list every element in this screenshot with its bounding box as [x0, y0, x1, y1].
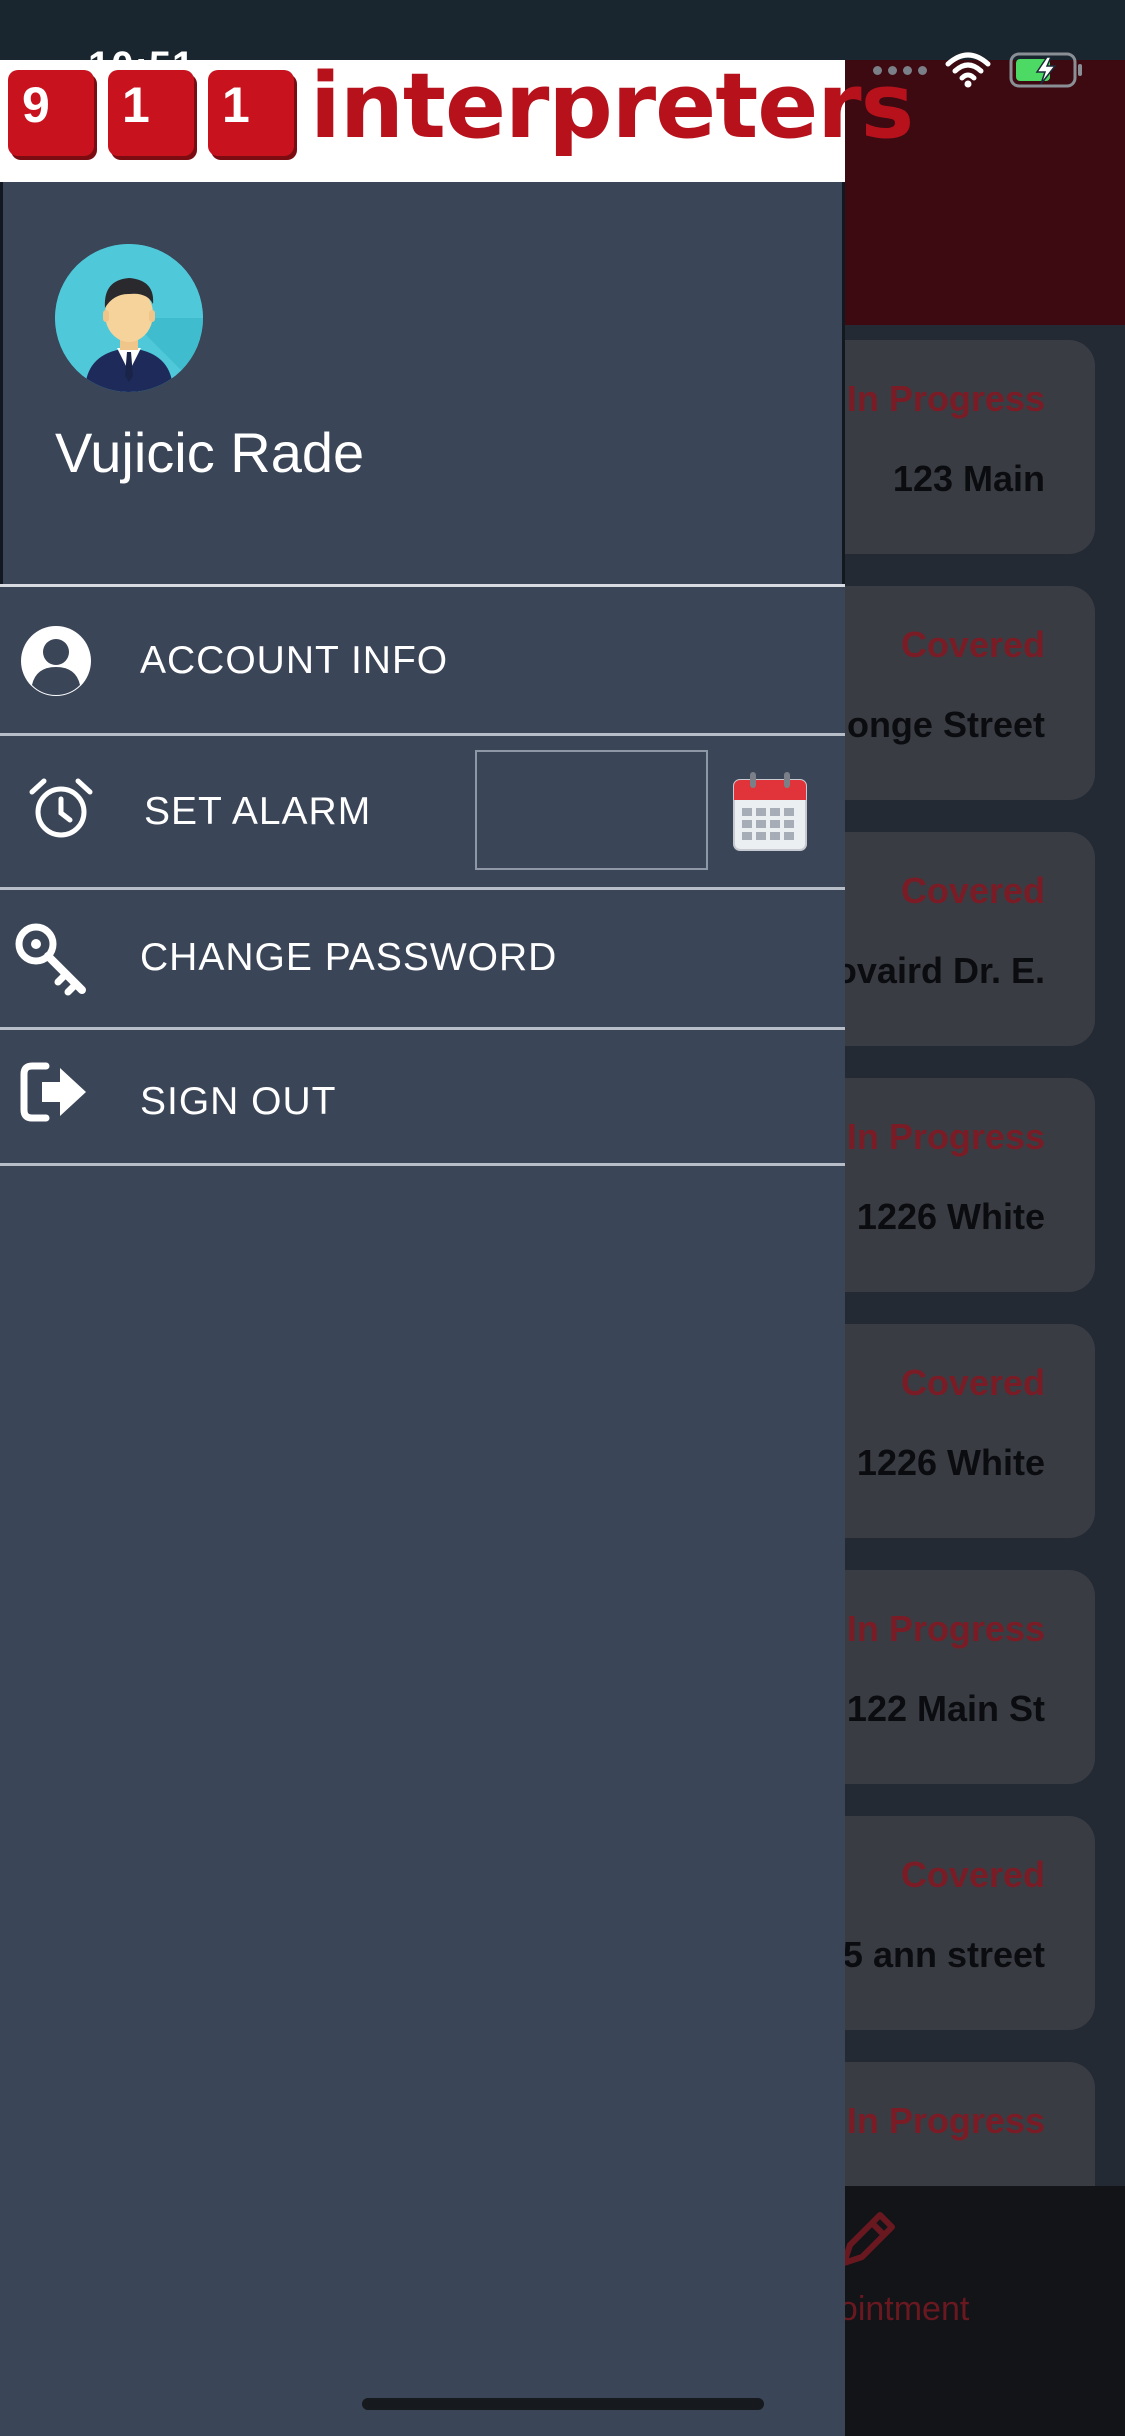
menu-label-sign-out: SIGN OUT	[140, 1080, 337, 1123]
appointment-status: In Progress	[846, 1608, 1045, 1649]
logo-key: 1	[108, 70, 194, 156]
alarm-time-input[interactable]	[475, 750, 708, 870]
appointment-address: 123 Main	[892, 458, 1045, 499]
menu-label-set-alarm: SET ALARM	[144, 790, 372, 833]
home-indicator[interactable]	[362, 2398, 764, 2410]
user-name: Vujicic Rade	[55, 421, 365, 484]
appointment-status: Covered	[900, 624, 1045, 665]
appointment-status: Covered	[900, 870, 1045, 911]
navigation-drawer: 9 1 1 interpreters Vujicic Rade ACCOUNT …	[0, 54, 914, 2436]
appointment-address: 122 Main St	[846, 1688, 1045, 1729]
appointment-status: In Progress	[846, 2100, 1045, 2141]
logo-wordmark: interpreters	[310, 54, 914, 159]
menu-item-set-alarm[interactable]: SET ALARM	[0, 736, 845, 890]
brand-logo: 9 1 1 interpreters	[0, 54, 914, 182]
logo-key: 9	[8, 70, 94, 156]
menu-label-account-info: ACCOUNT INFO	[140, 639, 449, 682]
appointment-status: In Progress	[846, 1116, 1045, 1157]
account-circle-icon	[21, 626, 91, 696]
appointment-status: In Progress	[846, 378, 1045, 419]
calendar-icon[interactable]	[732, 770, 808, 852]
menu-item-account-info[interactable]: ACCOUNT INFO	[0, 587, 845, 736]
profile-header: Vujicic Rade	[0, 182, 845, 584]
menu-label-change-password: CHANGE PASSWORD	[140, 936, 558, 979]
avatar[interactable]	[55, 244, 203, 392]
appointment-status: Covered	[900, 1854, 1045, 1895]
alarm-clock-icon	[29, 778, 93, 838]
menu-item-sign-out[interactable]: SIGN OUT	[0, 1030, 845, 1166]
battery-charging-icon	[1009, 52, 1082, 88]
appointment-address: ovaird Dr. E.	[834, 950, 1045, 991]
appointment-address: onge Street	[846, 704, 1045, 745]
appointment-address: 1226 White	[856, 1196, 1045, 1237]
sign-out-icon	[20, 1062, 86, 1122]
key-icon	[15, 923, 86, 996]
menu-item-change-password[interactable]: CHANGE PASSWORD	[0, 890, 845, 1030]
avatar-businessman-icon	[55, 244, 203, 392]
appointment-address: 5 ann street	[842, 1934, 1045, 1975]
appointment-status: Covered	[900, 1362, 1045, 1403]
logo-key: 1	[208, 70, 294, 156]
appointment-address: 1226 White	[856, 1442, 1045, 1483]
wifi-icon	[945, 52, 991, 88]
